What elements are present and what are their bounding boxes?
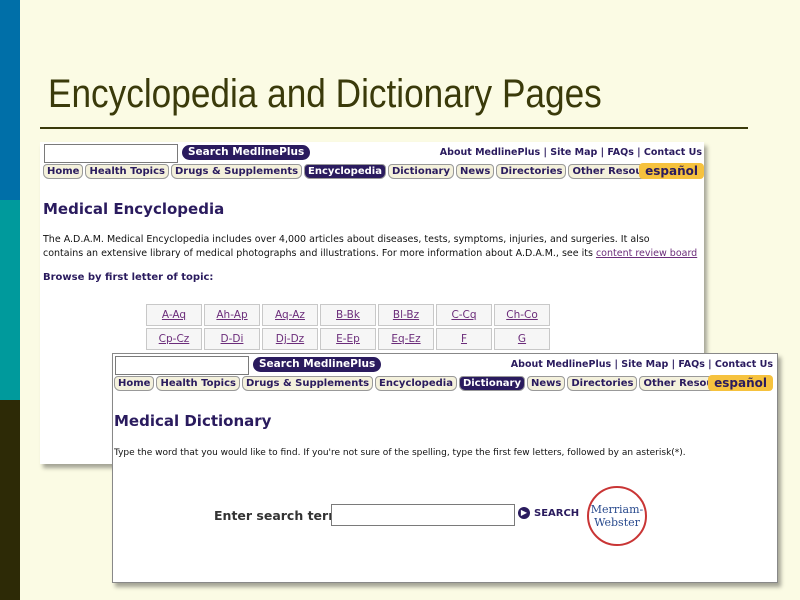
content-review-board-link[interactable]: content review board: [596, 248, 697, 259]
espanol-button[interactable]: español: [639, 163, 704, 179]
letter-grid: A-Aq Ah-Ap Aq-Az B-Bk Bl-Bz C-Cq Ch-Co C…: [144, 302, 552, 352]
letter-link[interactable]: A-Aq: [146, 304, 202, 326]
accent-band-dark: [0, 400, 20, 600]
top-links[interactable]: About MedlinePlus | Site Map | FAQs | Co…: [440, 147, 702, 158]
tab-encyclopedia[interactable]: Encyclopedia: [375, 376, 457, 391]
tab-drugs-supplements[interactable]: Drugs & Supplements: [171, 164, 303, 179]
tab-health-topics[interactable]: Health Topics: [85, 164, 169, 179]
tab-news[interactable]: News: [456, 164, 495, 179]
tab-home[interactable]: Home: [114, 376, 155, 391]
nav-tabs: Home Health Topics Drugs & Supplements E…: [43, 164, 671, 179]
dictionary-search-input[interactable]: [331, 504, 515, 526]
instructions-text: Type the word that you would like to fin…: [114, 448, 686, 458]
tab-drugs-supplements[interactable]: Drugs & Supplements: [242, 376, 374, 391]
tab-health-topics[interactable]: Health Topics: [156, 376, 240, 391]
logo-line-1: Merriam-: [590, 503, 644, 516]
letter-link[interactable]: D-Di: [204, 328, 260, 350]
merriam-webster-logo: Merriam- Webster: [587, 486, 647, 546]
logo-line-2: Webster: [594, 516, 640, 529]
enter-search-term-label: Enter search term: [214, 508, 342, 523]
letter-link[interactable]: Dj-Dz: [262, 328, 318, 350]
nav-tabs: Home Health Topics Drugs & Supplements E…: [114, 376, 742, 391]
letter-link[interactable]: C-Cq: [436, 304, 492, 326]
letter-link[interactable]: Eq-Ez: [378, 328, 434, 350]
tab-news[interactable]: News: [527, 376, 566, 391]
dictionary-screenshot: Search MedlinePlus About MedlinePlus | S…: [112, 353, 778, 583]
logo-text: Merriam- Webster: [591, 503, 644, 529]
tab-dictionary[interactable]: Dictionary: [458, 376, 526, 391]
letter-link[interactable]: Ah-Ap: [204, 304, 260, 326]
intro-line-1: The A.D.A.M. Medical Encyclopedia includ…: [43, 234, 650, 245]
intro-line-2-text: contains an extensive library of medical…: [43, 248, 596, 259]
letter-link[interactable]: Ch-Co: [494, 304, 550, 326]
accent-band-teal: [0, 200, 20, 400]
tab-encyclopedia[interactable]: Encyclopedia: [304, 164, 386, 179]
page-heading: Medical Encyclopedia: [43, 200, 225, 218]
letter-link[interactable]: Bl-Bz: [378, 304, 434, 326]
dictionary-search-button[interactable]: ▶ SEARCH: [518, 507, 579, 519]
tab-directories[interactable]: Directories: [567, 376, 638, 391]
letter-link[interactable]: B-Bk: [320, 304, 376, 326]
arrow-right-icon: ▶: [518, 507, 530, 519]
search-medlineplus-button[interactable]: Search MedlinePlus: [182, 145, 311, 160]
top-links[interactable]: About MedlinePlus | Site Map | FAQs | Co…: [511, 359, 773, 370]
espanol-button[interactable]: español: [708, 375, 773, 391]
search-input[interactable]: [115, 356, 249, 375]
letter-link[interactable]: G: [494, 328, 550, 350]
letter-link[interactable]: Aq-Az: [262, 304, 318, 326]
intro-text: The A.D.A.M. Medical Encyclopedia includ…: [43, 233, 697, 261]
slide-title: Encyclopedia and Dictionary Pages: [48, 72, 602, 116]
intro-line-2: contains an extensive library of medical…: [43, 247, 697, 261]
accent-band-blue: [0, 0, 20, 200]
tab-directories[interactable]: Directories: [496, 164, 567, 179]
search-input[interactable]: [44, 144, 178, 163]
tab-home[interactable]: Home: [43, 164, 84, 179]
title-divider: [40, 127, 748, 129]
tab-dictionary[interactable]: Dictionary: [387, 164, 455, 179]
browse-label: Browse by first letter of topic:: [43, 272, 214, 283]
search-button-label: SEARCH: [534, 507, 580, 519]
letter-link[interactable]: E-Ep: [320, 328, 376, 350]
letter-link[interactable]: Cp-Cz: [146, 328, 202, 350]
page-heading: Medical Dictionary: [114, 412, 272, 430]
letter-link[interactable]: F: [436, 328, 492, 350]
search-medlineplus-button[interactable]: Search MedlinePlus: [253, 357, 382, 372]
